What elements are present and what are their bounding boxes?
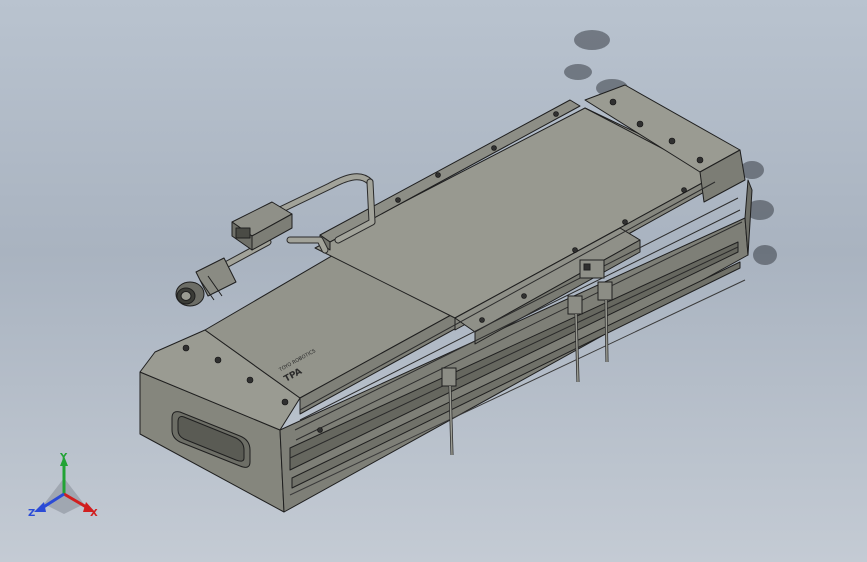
cad-viewport[interactable]: TPA TOYO ROBOTICS Y X Z <box>0 0 867 562</box>
orientation-triad[interactable]: Y X Z <box>28 452 98 519</box>
z-axis-label: Z <box>28 508 35 519</box>
x-axis-label: X <box>90 508 98 519</box>
sensor-dog <box>579 259 605 279</box>
model-view[interactable]: TPA TOYO ROBOTICS Y X Z <box>0 0 867 562</box>
round-motor-connector[interactable] <box>175 257 237 307</box>
y-axis-label: Y <box>59 452 68 463</box>
dsub-connector[interactable] <box>231 201 293 251</box>
